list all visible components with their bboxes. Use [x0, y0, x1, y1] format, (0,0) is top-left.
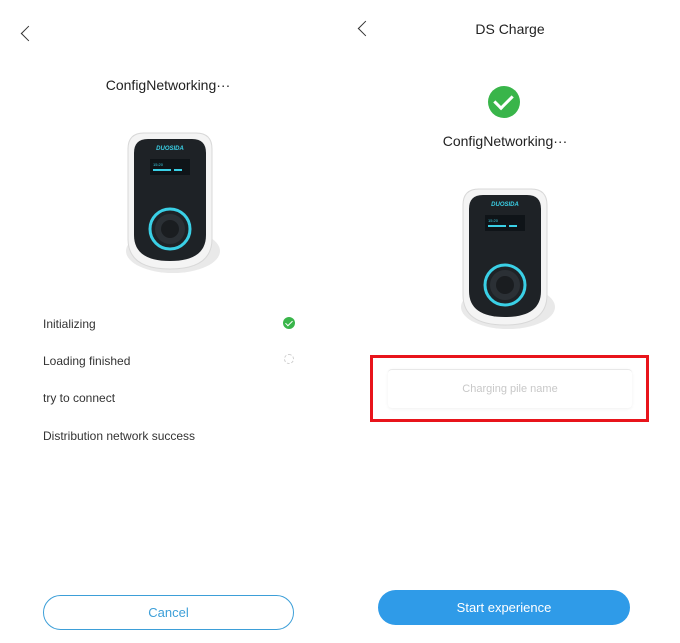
app-title: DS Charge: [475, 21, 545, 37]
charger-image: DUOSIDA 15:20: [126, 132, 220, 273]
cancel-button[interactable]: Cancel: [43, 595, 294, 630]
charger-brand-text: DUOSIDA: [156, 146, 184, 152]
charger-brand-text: DUOSIDA: [491, 202, 519, 208]
page-title: ConfigNetworking···: [105, 77, 231, 93]
step-try-to-connect: try to connect: [43, 391, 116, 405]
step-done-check-icon: [283, 317, 295, 329]
step-pending-loading-icon: [284, 354, 294, 364]
success-check-circle-icon: [488, 86, 520, 118]
charger-image: DUOSIDA 15:20: [461, 188, 555, 329]
charger-screen-time: 15:20: [153, 162, 164, 167]
charger-screen-time: 15:20: [488, 218, 499, 223]
step-initializing: Initializing: [43, 317, 96, 331]
highlight-box: [370, 355, 649, 422]
step-network-success: Distribution network success: [43, 429, 196, 443]
left-screen: ConfigNetworking··· DUOSIDA 15:20 Initia…: [0, 0, 330, 643]
page-subtitle: ConfigNetworking···: [442, 133, 568, 149]
back-chevron-icon[interactable]: [20, 25, 37, 42]
step-loading-finished: Loading finished: [43, 354, 131, 368]
start-experience-button[interactable]: Start experience: [378, 590, 630, 625]
